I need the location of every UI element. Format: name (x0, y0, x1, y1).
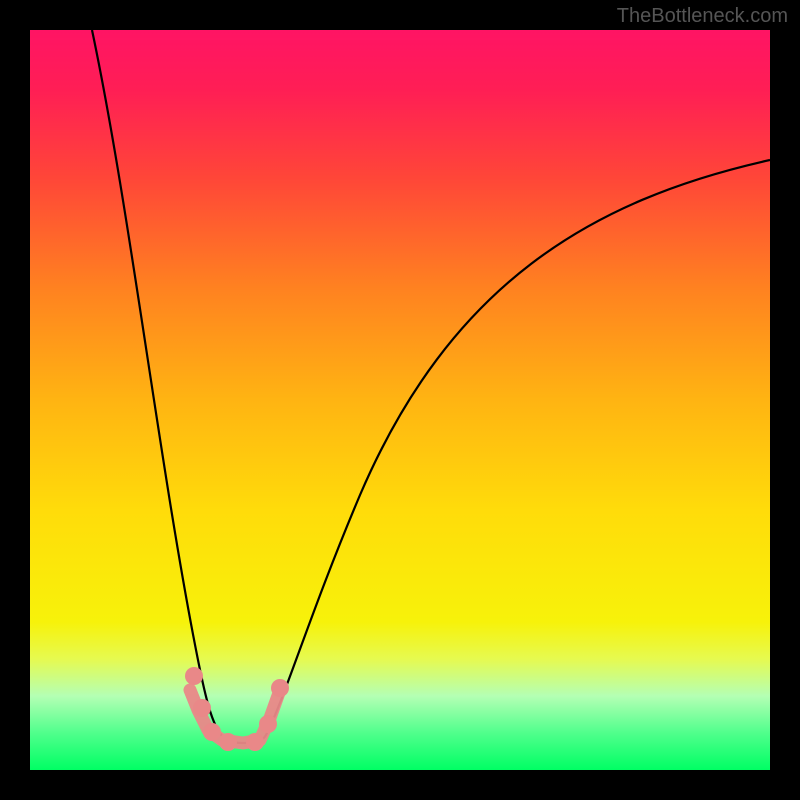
notch-dot (246, 733, 264, 751)
notch-dot (271, 679, 289, 697)
notch-dot (259, 715, 277, 733)
notch-dot (185, 667, 203, 685)
chart-container: TheBottleneck.com (0, 0, 800, 800)
notch-dot (193, 699, 211, 717)
gradient-bg (30, 30, 770, 770)
plot-area (30, 30, 770, 770)
watermark-text: TheBottleneck.com (617, 5, 788, 28)
notch-dot (219, 733, 237, 751)
notch-dot (203, 723, 221, 741)
chart-svg (30, 30, 770, 770)
